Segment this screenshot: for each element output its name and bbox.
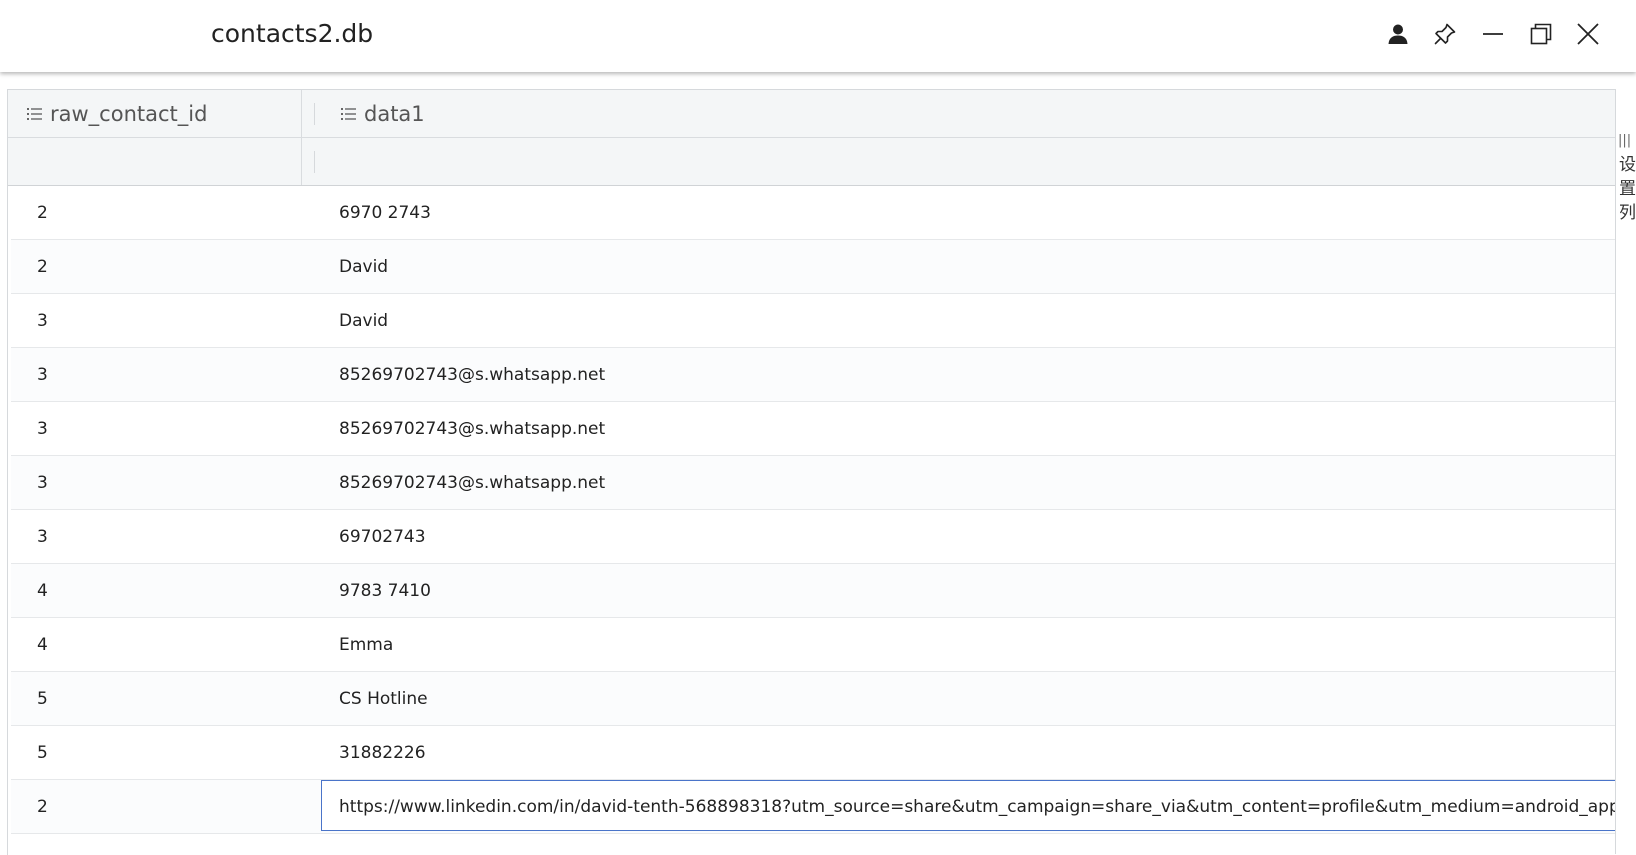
table-row[interactable]: 2 https://www.linkedin.com/in/david-tenth… [11,780,1616,834]
grid-filter-row [8,138,1616,186]
list-icon [341,107,356,120]
cell-raw-contact-id[interactable]: 2 [37,780,48,833]
cell-raw-contact-id[interactable]: 4 [37,564,48,617]
table-row[interactable]: 5 31882226 [11,726,1616,780]
column-resize-handle[interactable] [314,103,315,125]
filter-input-raw-contact-id[interactable] [8,138,308,185]
column-settings-label-char: 设 [1619,155,1636,175]
cell-data1[interactable]: David [339,294,388,347]
cell-raw-contact-id[interactable]: 3 [37,402,48,455]
column-settings-label-char: 置 [1619,179,1636,199]
cell-raw-contact-id[interactable]: 4 [37,618,48,671]
table-row[interactable]: 3 85269702743@s.whatsapp.net [11,402,1616,456]
column-settings-tab[interactable]: ||| 设 置 列 [1616,129,1636,225]
minimize-icon [1483,33,1503,35]
table-row[interactable]: 3 69702743 [11,510,1616,564]
cell-data1[interactable]: 85269702743@s.whatsapp.net [339,456,605,509]
grid-header-row: raw_contact_id data1 [8,90,1616,138]
columns-icon: ||| [1618,133,1632,148]
cell-raw-contact-id[interactable]: 5 [37,672,48,725]
column-settings-panel: ||| 设 置 列 [1615,89,1636,854]
grid-body: 2 6970 2743 2 David 3 David 3 85269702743@s.wha… [11,186,1616,834]
filter-separator [314,151,315,173]
cell-raw-contact-id[interactable]: 3 [37,294,48,347]
minimize-button[interactable] [1473,14,1513,54]
cell-data1[interactable]: 69702743 [339,510,426,563]
column-header-data1[interactable]: data1 [341,90,425,137]
table-row[interactable]: 2 David [11,240,1616,294]
cell-raw-contact-id[interactable]: 5 [37,726,48,779]
title-bar: contacts2.db [0,0,1636,72]
user-icon [1388,24,1408,44]
cell-data1[interactable]: 31882226 [339,726,426,779]
pin-button[interactable] [1425,14,1465,54]
restore-icon [1530,23,1552,45]
list-icon [27,107,42,120]
column-divider [301,90,302,185]
table-row[interactable]: 3 85269702743@s.whatsapp.net [11,348,1616,402]
table-row[interactable]: 2 6970 2743 [11,186,1616,240]
cell-data1[interactable]: https://www.linkedin.com/in/david-tenth-… [339,780,1616,833]
column-settings-label-char: 列 [1619,203,1636,223]
cell-data1[interactable]: CS Hotline [339,672,428,725]
close-icon [1577,23,1599,45]
cell-raw-contact-id[interactable]: 3 [37,456,48,509]
restore-button[interactable] [1521,14,1561,54]
cell-data1[interactable]: David [339,240,388,293]
column-header-label: data1 [364,101,425,126]
table-row[interactable]: 5 CS Hotline [11,672,1616,726]
table-row[interactable]: 4 Emma [11,618,1616,672]
table-row[interactable]: 3 David [11,294,1616,348]
user-button[interactable] [1378,14,1418,54]
cell-raw-contact-id[interactable]: 2 [37,186,48,239]
window-title: contacts2.db [211,19,374,48]
cell-data1[interactable]: 85269702743@s.whatsapp.net [339,348,605,401]
filter-input-data1[interactable] [320,138,1610,185]
column-header-raw-contact-id[interactable]: raw_contact_id [27,90,207,137]
close-button[interactable] [1568,14,1608,54]
cell-raw-contact-id[interactable]: 3 [37,510,48,563]
cell-raw-contact-id[interactable]: 3 [37,348,48,401]
table-row[interactable]: 4 9783 7410 [11,564,1616,618]
column-header-label: raw_contact_id [50,101,208,126]
cell-data1[interactable]: Emma [339,618,393,671]
cell-data1[interactable]: 85269702743@s.whatsapp.net [339,402,605,455]
table-row[interactable]: 3 85269702743@s.whatsapp.net [11,456,1616,510]
cell-data1[interactable]: 9783 7410 [339,564,431,617]
pin-icon [1434,23,1456,45]
cell-data1[interactable]: 6970 2743 [339,186,431,239]
data-grid: raw_contact_id data1 2 6970 2743 2 David 3 Da… [7,89,1616,855]
cell-raw-contact-id[interactable]: 2 [37,240,48,293]
